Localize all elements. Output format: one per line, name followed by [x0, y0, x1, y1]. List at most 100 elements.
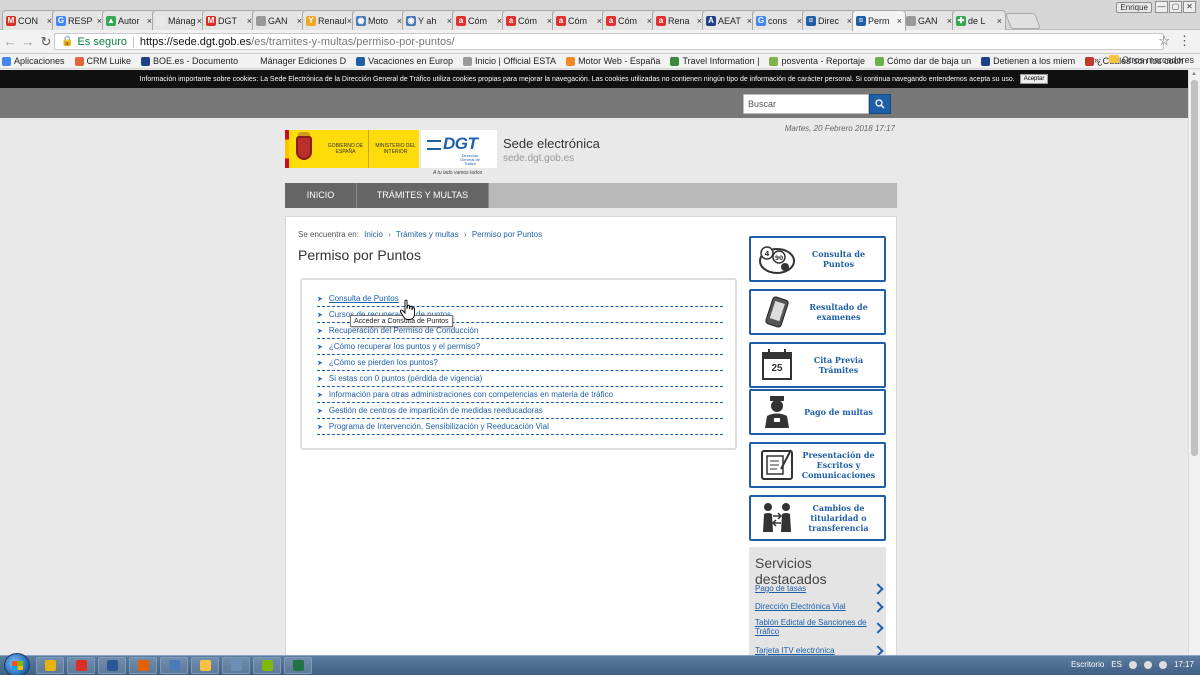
browser-tab[interactable]: GAN ×	[252, 10, 306, 30]
chevron-right-icon[interactable]	[872, 601, 884, 613]
browser-tab[interactable]: YRenault×	[302, 10, 356, 30]
government-logo[interactable]: GOBIERNO DE ESPAÑA MINISTERIO DEL INTERI…	[285, 130, 419, 168]
browser-tab[interactable]: ▲ Autor ×	[102, 10, 156, 30]
taskbar-app-chrome[interactable]	[36, 657, 64, 674]
breadcrumb-inicio[interactable]: Inicio	[364, 230, 383, 239]
nav-inicio[interactable]: INICIO	[285, 183, 357, 208]
featured-link[interactable]: Dirección Electrónica Vial	[755, 602, 867, 611]
bookmark-item[interactable]: CRM Luike	[74, 56, 131, 66]
nav-tramites-y-multas[interactable]: TRÁMITES Y MULTAS	[357, 183, 489, 208]
featured-link[interactable]: Pago de tasas	[755, 584, 867, 593]
taskbar-app-excel[interactable]	[284, 657, 312, 674]
tab-close-icon[interactable]: ×	[997, 16, 1002, 26]
bookmark-item[interactable]: Vacaciones en Europ	[356, 56, 453, 66]
service-tile[interactable]: 25 Cita Previa Trámites	[749, 342, 886, 388]
service-tile[interactable]: 4 90 Consulta de Puntos	[749, 236, 886, 282]
service-tile[interactable]: Resultado de examenes	[749, 289, 886, 335]
scroll-up-icon[interactable]: ▲	[1191, 71, 1197, 77]
taskbar-app-folder[interactable]	[191, 657, 219, 674]
browser-tab[interactable]: GAN ×	[902, 10, 956, 30]
bookmark-item[interactable]: Mánager Ediciones D	[248, 56, 346, 66]
bookmarks-overflow-icon[interactable]: »	[1094, 55, 1099, 65]
reload-icon[interactable]: ↻	[38, 34, 54, 50]
taskbar-app-screen[interactable]	[222, 657, 250, 674]
breadcrumb-tramites[interactable]: Trámites y multas	[396, 230, 459, 239]
network-icon[interactable]	[1128, 660, 1137, 669]
permiso-link[interactable]: ¿Cómo se pierden los puntos?	[329, 358, 438, 367]
featured-link[interactable]: Tablón Edictal de Sanciones de Tráfico	[755, 618, 867, 636]
taskbar-app-window[interactable]	[160, 657, 188, 674]
permiso-link[interactable]: Gestión de centros de impartición de med…	[329, 406, 543, 415]
permiso-link[interactable]: Recuperación del Permiso de Conducción	[329, 326, 478, 335]
address-bar[interactable]: 🔒 Es seguro | https://sede.dgt.gob.es/es…	[54, 33, 1164, 50]
browser-tab[interactable]: G RESP ×	[52, 10, 106, 30]
cookie-accept-button[interactable]: Aceptar	[1019, 74, 1049, 84]
permiso-link[interactable]: Programa de Intervención, Sensibilizació…	[329, 422, 549, 431]
tab-close-icon[interactable]: ×	[897, 16, 902, 26]
page-scrollbar[interactable]: ▲	[1188, 70, 1200, 655]
browser-tab[interactable]: a Cóm ×	[552, 10, 606, 30]
taskbar-app-word[interactable]	[98, 657, 126, 674]
permiso-link[interactable]: Consulta de Puntos	[329, 294, 399, 303]
browser-tab[interactable]: ◉ Y ah ×	[402, 10, 456, 30]
service-tile[interactable]: Pago de multas	[749, 389, 886, 435]
bookmark-item[interactable]: Cómo dar de baja un	[875, 56, 971, 66]
browser-tab[interactable]: ◉ Moto ×	[352, 10, 406, 30]
browser-tab[interactable]: M DGT ×	[202, 10, 256, 30]
minimize-button[interactable]: —	[1155, 1, 1168, 13]
search-button[interactable]	[869, 94, 891, 114]
bookmark-item[interactable]: BOE.es - Documento	[141, 56, 238, 66]
permiso-link[interactable]: Si estas con 0 puntos (pérdida de vigenc…	[329, 374, 482, 383]
chevron-right-icon: ›	[388, 230, 391, 239]
browser-tab[interactable]: Mánag ×	[152, 10, 206, 30]
arrow-right-icon: ➤	[317, 327, 323, 335]
browser-tab[interactable]: = Perm ×	[852, 10, 906, 31]
language-indicator[interactable]: ES	[1111, 660, 1122, 669]
chevron-right-icon[interactable]	[872, 645, 884, 655]
forward-arrow-icon[interactable]: →	[20, 34, 36, 49]
breadcrumb-current[interactable]: Permiso por Puntos	[472, 230, 542, 239]
browser-tab[interactable]: a Cóm ×	[452, 10, 506, 30]
permiso-link[interactable]: ¿Cómo recuperar los puntos y el permiso?	[329, 342, 480, 351]
new-tab-button[interactable]	[1005, 13, 1041, 29]
browser-tab[interactable]: a Rena ×	[652, 10, 706, 30]
bookmark-item[interactable]: posventa - Reportaje	[769, 56, 865, 66]
profile-badge[interactable]: Enrique	[1116, 2, 1152, 13]
start-button[interactable]	[4, 653, 30, 675]
bookmark-item[interactable]: Travel Information |	[670, 56, 759, 66]
back-arrow-icon[interactable]: ←	[2, 34, 18, 49]
browser-tab[interactable]: a Cóm ×	[602, 10, 656, 30]
browser-tab[interactable]: M CON ×	[2, 10, 56, 30]
window-icon	[168, 660, 180, 671]
flag-tray-icon[interactable]	[1143, 660, 1152, 669]
service-tile[interactable]: Cambios de titularidad o transferencia	[749, 495, 886, 541]
maximize-button[interactable]: ▢	[1169, 1, 1182, 13]
other-bookmarks[interactable]: Otros marcadores	[1108, 55, 1194, 65]
bookmark-item[interactable]: Inicio | Official ESTA	[463, 56, 556, 66]
breadcrumb-prefix: Se encuentra en:	[298, 230, 359, 239]
browser-tab[interactable]: = Direc ×	[802, 10, 856, 30]
browser-tab[interactable]: A AEAT ×	[702, 10, 756, 30]
bookmark-item[interactable]: Detienen a los miem	[981, 56, 1075, 66]
browser-tab[interactable]: ✚ de L ×	[952, 10, 1006, 30]
browser-tab[interactable]: a Cóm ×	[502, 10, 556, 30]
bookmark-star-icon[interactable]: ☆	[1158, 33, 1170, 49]
clock[interactable]: 17:17	[1174, 660, 1194, 669]
bookmark-item[interactable]: Motor Web - España	[566, 56, 660, 66]
taskbar-app-files[interactable]	[67, 657, 95, 674]
desktop-label[interactable]: Escritorio	[1071, 660, 1104, 669]
taskbar-app-firefox[interactable]	[129, 657, 157, 674]
search-input[interactable]	[743, 94, 869, 114]
service-tile[interactable]: Presentación de Escritos y Comunicacione…	[749, 442, 886, 488]
scroll-thumb[interactable]	[1191, 80, 1198, 456]
volume-icon[interactable]	[1158, 660, 1167, 669]
featured-link[interactable]: Tarjeta ITV electrónica	[755, 646, 867, 655]
chevron-right-icon[interactable]	[872, 622, 884, 634]
taskbar-app-paint[interactable]	[253, 657, 281, 674]
dgt-logo[interactable]: DGT Dirección General de Tráfico	[421, 130, 497, 168]
browser-tab[interactable]: Gcons ×	[752, 10, 806, 30]
bookmark-item[interactable]: Aplicaciones	[2, 56, 65, 66]
browser-menu-icon[interactable]: ⋮	[1178, 33, 1191, 49]
close-window-button[interactable]: ✕	[1183, 1, 1196, 13]
permiso-link[interactable]: Información para otras administraciones …	[329, 390, 613, 399]
